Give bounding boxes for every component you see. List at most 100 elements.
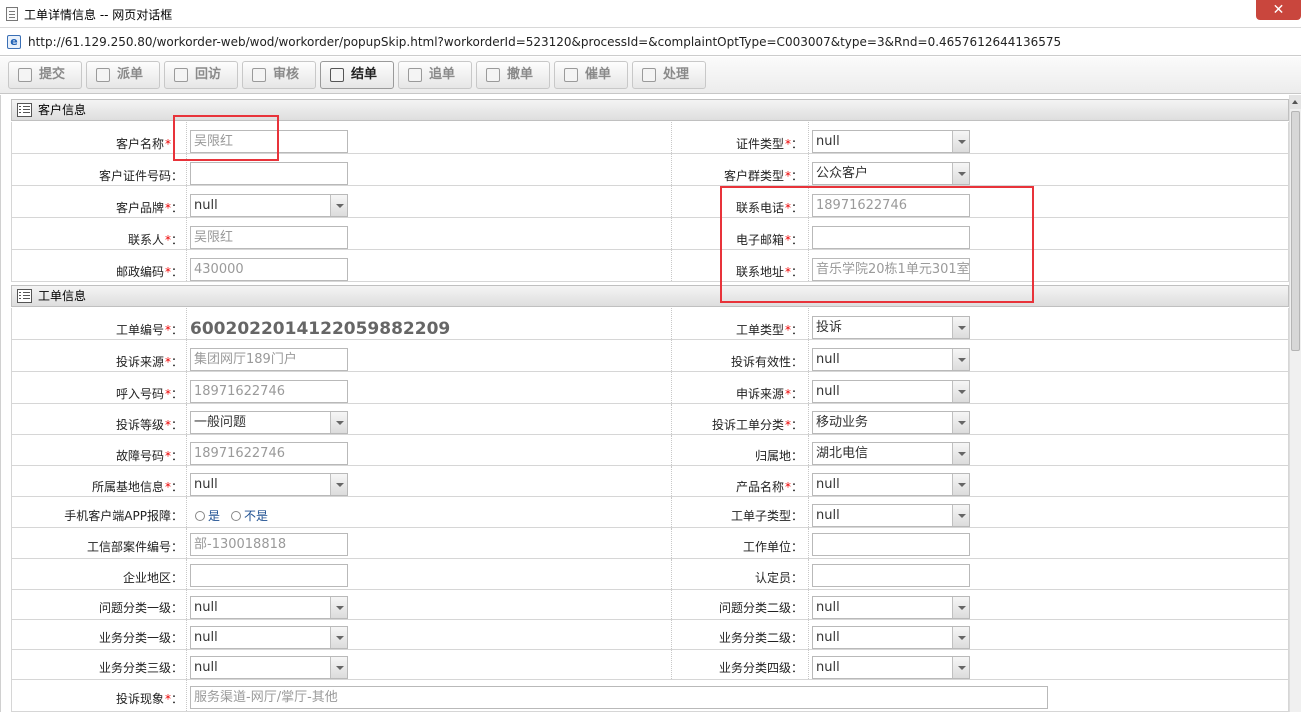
id-number-field[interactable] [190,162,348,185]
cat1-select[interactable]: null [190,596,348,619]
level-select[interactable]: 一般问题 [190,411,348,434]
product-label: 产品名称*： [735,480,803,494]
validity-label: 投诉有效性： [730,355,803,369]
address-bar: e http://61.129.250.80/workorder-web/wod… [0,29,1301,56]
subtype-select[interactable]: null [812,504,970,527]
product-select[interactable]: null [812,473,970,496]
subtype-label: 工单子类型： [730,509,803,523]
cat2-select[interactable]: null [812,596,970,619]
assessor-field[interactable] [812,564,970,587]
withdraw-button[interactable]: 撤单 [476,61,550,89]
process-button[interactable]: 处理 [632,61,706,89]
biz4-select[interactable]: null [812,656,970,679]
highlight-box [173,115,279,161]
dispatch-icon [96,68,110,82]
cat1-label: 问题分类一级： [98,601,183,615]
brand-select[interactable]: null [190,194,348,217]
biz1-select[interactable]: null [190,626,348,649]
cat2-label: 问题分类二级： [718,601,803,615]
appeal-source-select[interactable]: null [812,380,970,403]
order-number-value: 6002022014122059882209 [190,319,451,339]
miit-number-field[interactable]: 部-130018818 [190,533,348,556]
appeal-source-label: 申诉来源*： [735,387,803,401]
region-label: 企业地区： [122,571,183,585]
urge-icon [564,68,578,82]
region-field[interactable] [190,564,348,587]
app-report-yes-radio[interactable]: 是 [195,507,220,524]
fault-number-field[interactable]: 18971622746 [190,442,348,465]
chevron-down-icon [330,412,347,433]
chevron-down-icon [952,443,969,464]
contact-field[interactable]: 吴限红 [190,226,348,249]
biz2-select[interactable]: null [812,626,970,649]
urge-button[interactable]: 催单 [554,61,628,89]
ie-icon: e [7,35,21,49]
follow-button[interactable]: 追单 [398,61,472,89]
chevron-down-icon [952,627,969,648]
close-order-button[interactable]: 结单 [320,61,394,89]
brand-label: 客户品牌*： [115,201,183,215]
close-button[interactable]: ✕ [1256,0,1301,20]
window-title: 工单详情信息 -- 网页对话框 [24,8,173,22]
review-button[interactable]: 审核 [242,61,316,89]
radio-circle-icon [195,511,205,521]
group-type-select[interactable]: 公众客户 [812,162,970,185]
work-unit-label: 工作单位： [742,540,803,554]
scrollbar-thumb[interactable] [1291,111,1300,351]
chevron-down-icon [952,597,969,618]
category-select[interactable]: 移动业务 [812,411,970,434]
base-info-label: 所属基地信息*： [91,480,183,494]
submit-icon [18,68,32,82]
work-unit-field[interactable] [812,533,970,556]
chevron-down-icon [952,317,969,338]
order-type-select[interactable]: 投诉 [812,316,970,339]
follow-icon [408,68,422,82]
postcode-field[interactable]: 430000 [190,258,348,281]
postcode-label: 邮政编码*： [115,265,183,279]
biz2-label: 业务分类二级： [718,631,803,645]
chevron-down-icon [330,597,347,618]
id-number-label: 客户证件号码： [98,169,183,183]
process-icon [642,68,656,82]
chevron-down-icon [330,627,347,648]
order-section-header: 工单信息 [11,285,1289,307]
chevron-down-icon [952,657,969,678]
call-number-field[interactable]: 18971622746 [190,380,348,403]
order-section-title: 工单信息 [38,289,87,303]
validity-select[interactable]: null [812,348,970,371]
source-label: 投诉来源*： [115,355,183,369]
biz3-select[interactable]: null [190,656,348,679]
phenomenon-label: 投诉现象*： [115,692,183,706]
submit-button[interactable]: 提交 [8,61,82,89]
close-order-icon [330,68,344,82]
home-select[interactable]: 湖北电信 [812,442,970,465]
chevron-down-icon [952,412,969,433]
biz1-label: 业务分类一级： [98,631,183,645]
order-number-label: 工单编号*： [115,323,183,337]
form-content: 客户信息 客户名称*： 吴限红 证件类型*： null 客户证件号码： 客户群类… [0,95,1289,712]
base-info-select[interactable]: null [190,473,348,496]
scroll-up-icon[interactable] [1290,95,1301,109]
assessor-label: 认定员： [754,571,803,585]
app-report-no-radio[interactable]: 不是 [231,507,268,524]
biz4-label: 业务分类四级： [718,661,803,675]
callback-icon [174,68,188,82]
vertical-scrollbar[interactable] [1289,95,1301,712]
fault-number-label: 故障号码*： [115,449,183,463]
callback-button[interactable]: 回访 [164,61,238,89]
id-type-select[interactable]: null [812,130,970,153]
cancel-icon [486,68,500,82]
group-type-label: 客户群类型*： [723,169,803,183]
source-field[interactable]: 集团网厅189门户 [190,348,348,371]
category-label: 投诉工单分类*： [711,418,803,432]
level-label: 投诉等级*： [115,418,183,432]
dispatch-button[interactable]: 派单 [86,61,160,89]
address-url: http://61.129.250.80/workorder-web/wod/w… [28,35,1062,49]
call-number-label: 呼入号码*： [115,387,183,401]
chevron-down-icon [952,349,969,370]
chevron-down-icon [952,474,969,495]
phenomenon-field[interactable]: 服务渠道-网厅/掌厅-其他 [190,686,1048,709]
chevron-down-icon [330,474,347,495]
contact-label: 联系人*： [127,233,183,247]
customer-section-title: 客户信息 [38,103,87,117]
